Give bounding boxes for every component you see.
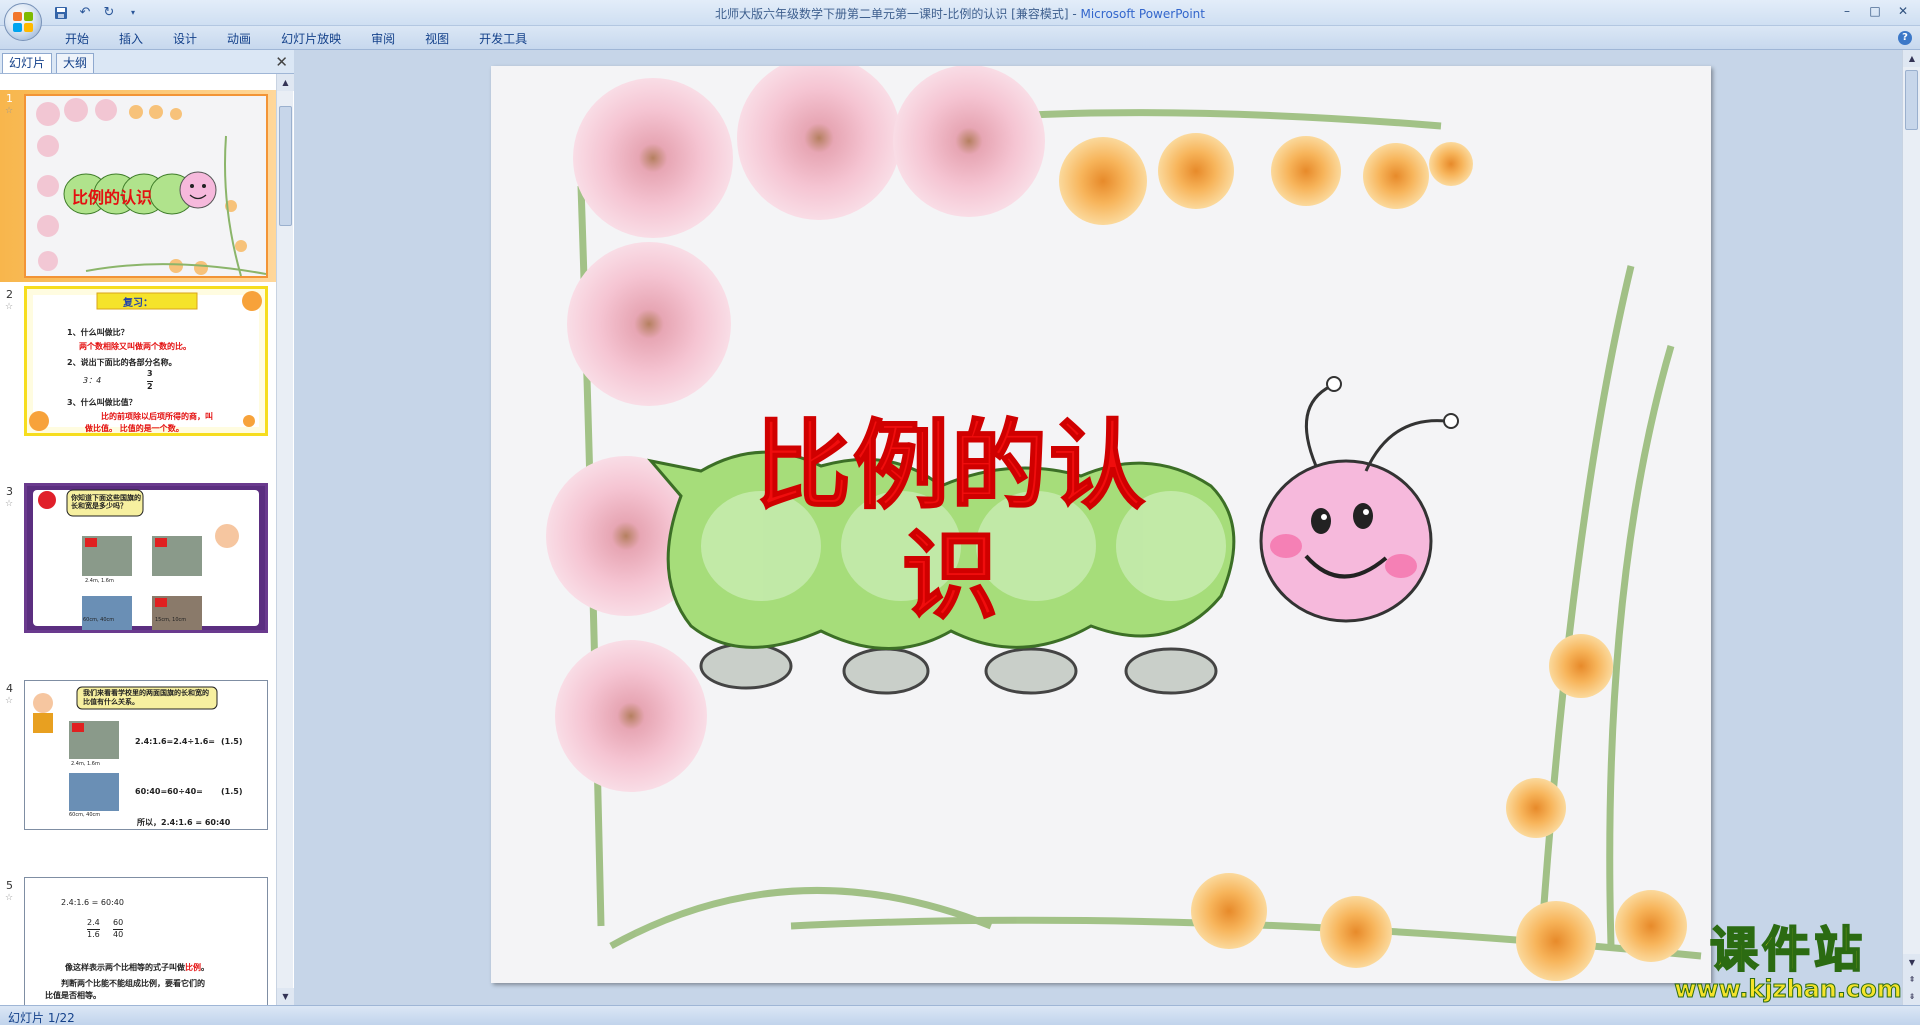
slide-5-line: 1.6 bbox=[87, 929, 100, 939]
panel-tabs: 幻灯片 大纲 ✕ bbox=[0, 50, 294, 74]
scroll-up-icon[interactable]: ▲ bbox=[1903, 50, 1920, 67]
slide-thumbnail[interactable]: 复习： 1、什么叫做比？ 两个数相除又叫做两个数的比。 2、说出下面比的各部分名… bbox=[24, 286, 268, 436]
thumbnail-scrollbar[interactable]: ▲ ▼ bbox=[276, 74, 294, 1005]
animation-star-icon: ☆ bbox=[5, 696, 14, 706]
slide-thumbnail-row[interactable]: 5 ☆ 2.4:1.6 = 60:40 2.4 1.6 60 40 像这样表示两… bbox=[0, 877, 276, 1005]
animation-star-icon: ☆ bbox=[5, 499, 14, 509]
title-bar: ↶ ↻ ▾ 北师大版六年级数学下册第二单元第一课时-比例的认识 [兼容模式] -… bbox=[0, 0, 1920, 26]
animation-star-icon: ☆ bbox=[5, 106, 14, 116]
slide-4-line: (1.5) bbox=[221, 787, 243, 796]
tab-design[interactable]: 设计 bbox=[158, 30, 212, 48]
slide-5-line: 2.4 bbox=[87, 918, 100, 927]
slide-5-line: 40 bbox=[113, 929, 124, 939]
slides-panel: 幻灯片 大纲 ✕ 1 ☆ 比例的认识 2 ☆ 复习： 1、什么叫做比？ 两个数相… bbox=[0, 50, 294, 1005]
watermark-url: www.kjzhan.com bbox=[1674, 975, 1902, 1003]
tab-home[interactable]: 开始 bbox=[50, 30, 104, 48]
site-watermark: 课件站 www.kjzhan.com bbox=[1668, 922, 1908, 1004]
close-button[interactable]: ✕ bbox=[1890, 2, 1916, 20]
slide-4-line: 所以，2.4:1.6 = 60:40 bbox=[137, 818, 231, 827]
slide-3-caption: 60cm, 40cm bbox=[83, 617, 115, 623]
slide-2-line: 2、说出下面比的各部分名称。 bbox=[67, 358, 177, 367]
status-bar: 幻灯片 1/22 bbox=[0, 1005, 1920, 1025]
watermark-title: 课件站 bbox=[1709, 922, 1866, 978]
animation-star-icon: ☆ bbox=[5, 302, 14, 312]
slide-4-line: (1.5) bbox=[221, 737, 243, 746]
animation-star-icon: ☆ bbox=[5, 893, 14, 903]
slide-title[interactable]: 比例的认识 bbox=[716, 410, 1186, 632]
ribbon-tabs: 开始 插入 设计 动画 幻灯片放映 审阅 视图 开发工具 bbox=[50, 30, 542, 48]
slide-editing-area: 比例的认识 bbox=[295, 50, 1902, 1005]
slide-thumbnail-row[interactable]: 4 ☆ 我们来看看学校里的两面国旗的长和宽的比值有什么关系。 2.4:1.6=2… bbox=[0, 680, 276, 835]
slide-thumbnail[interactable]: 你知道下面这些国旗的长和宽是多少吗？ 2.4m, 1.6m 60cm, 40cm… bbox=[24, 483, 268, 633]
tab-slides[interactable]: 幻灯片 bbox=[2, 53, 53, 73]
slide-4-caption: 2.4m, 1.6m bbox=[71, 761, 100, 767]
slide-2-line: 1、什么叫做比？ bbox=[67, 328, 129, 337]
tab-view[interactable]: 视图 bbox=[410, 30, 464, 48]
window-controls: – □ ✕ bbox=[1834, 2, 1916, 20]
tab-developer[interactable]: 开发工具 bbox=[464, 30, 542, 48]
slide-number: 1 bbox=[6, 92, 13, 105]
slide-1-title: 比例的认识 bbox=[72, 188, 153, 207]
help-icon[interactable]: ? bbox=[1898, 31, 1912, 45]
slide-number: 3 bbox=[6, 485, 13, 498]
slide-4-line: 2.4:1.6=2.4÷1.6= bbox=[135, 737, 215, 746]
scroll-thumb[interactable] bbox=[1905, 70, 1918, 130]
scroll-thumb[interactable] bbox=[279, 106, 292, 226]
current-slide[interactable]: 比例的认识 bbox=[491, 66, 1711, 983]
tab-slideshow[interactable]: 幻灯片放映 bbox=[266, 30, 356, 48]
slide-thumbnail-row[interactable]: 2 ☆ 复习： 1、什么叫做比？ 两个数相除又叫做两个数的比。 2、说出下面比的… bbox=[0, 286, 276, 441]
slide-thumbnail[interactable]: 2.4:1.6 = 60:40 2.4 1.6 60 40 像这样表示两个比相等… bbox=[24, 877, 268, 1005]
tab-animations[interactable]: 动画 bbox=[212, 30, 266, 48]
slide-counter: 幻灯片 1/22 bbox=[8, 1011, 75, 1025]
slide-5-line: 判断两个比能不能组成比例，要看它们的 bbox=[61, 979, 205, 988]
slide-2-line: 做比值。 比值的是一个数。 bbox=[85, 424, 184, 433]
slide-2-line: 3 bbox=[147, 369, 153, 378]
slide-3-artwork-icon bbox=[27, 486, 265, 630]
office-button[interactable] bbox=[4, 3, 42, 41]
scroll-down-icon[interactable]: ▼ bbox=[277, 988, 294, 1005]
minimize-button[interactable]: – bbox=[1834, 2, 1860, 20]
slide-3-bubble: 你知道下面这些国旗的长和宽是多少吗？ bbox=[71, 494, 141, 510]
slide-4-line: 60:40=60÷40= bbox=[135, 787, 203, 796]
slide-thumbnail[interactable]: 我们来看看学校里的两面国旗的长和宽的比值有什么关系。 2.4:1.6=2.4÷1… bbox=[24, 680, 268, 830]
maximize-button[interactable]: □ bbox=[1862, 2, 1888, 20]
slide-3-caption: 2.4m, 1.6m bbox=[85, 578, 114, 584]
office-logo-icon bbox=[13, 12, 33, 32]
slide-5-line: 2.4:1.6 = 60:40 bbox=[61, 898, 124, 907]
slide-thumbnail-row[interactable]: 1 ☆ 比例的认识 bbox=[0, 90, 276, 282]
slide-2-line: 3：4 bbox=[83, 376, 102, 385]
slide-5-line: 60 bbox=[113, 918, 124, 927]
thumbnail-list: 1 ☆ 比例的认识 2 ☆ 复习： 1、什么叫做比？ 两个数相除又叫做两个数的比… bbox=[0, 74, 294, 1005]
slide-2-line: 比的前项除以后项所得的商，叫 bbox=[101, 412, 213, 421]
tab-insert[interactable]: 插入 bbox=[104, 30, 158, 48]
panel-close-icon[interactable]: ✕ bbox=[275, 53, 288, 71]
slide-3-caption: 15cm, 10cm bbox=[155, 617, 187, 623]
slide-4-caption: 60cm, 40cm bbox=[69, 812, 101, 818]
slide-2-line: 3、什么叫做比值？ bbox=[67, 398, 137, 407]
ribbon: 开始 插入 设计 动画 幻灯片放映 审阅 视图 开发工具 ? bbox=[0, 26, 1920, 50]
tab-outline[interactable]: 大纲 bbox=[56, 53, 95, 73]
slide-5-line: 像这样表示两个比相等的式子叫做比例。 bbox=[65, 963, 209, 972]
window-title: 北师大版六年级数学下册第二单元第一课时-比例的认识 [兼容模式] - Micro… bbox=[715, 7, 1205, 21]
slide-thumbnail[interactable]: 比例的认识 bbox=[24, 94, 268, 278]
slide-thumbnail-row[interactable]: 3 ☆ 你知道下面这些国旗的长和宽是多少吗？ 2.4m, 1.6m 60cm, … bbox=[0, 483, 276, 638]
slide-number: 4 bbox=[6, 682, 13, 695]
scroll-up-icon[interactable]: ▲ bbox=[277, 74, 294, 91]
slide-2-line: 2 bbox=[147, 381, 153, 391]
slide-5-line: 比值是否相等。 bbox=[45, 991, 101, 1000]
slide-number: 5 bbox=[6, 879, 13, 892]
slide-2-heading: 复习： bbox=[123, 298, 153, 309]
tab-review[interactable]: 审阅 bbox=[356, 30, 410, 48]
slide-2-line: 两个数相除又叫做两个数的比。 bbox=[79, 342, 191, 351]
slide-scrollbar[interactable]: ▲ ▼ ⇞ ⇟ bbox=[1902, 50, 1920, 1005]
slide-number: 2 bbox=[6, 288, 13, 301]
slide-4-bubble: 我们来看看学校里的两面国旗的长和宽的比值有什么关系。 bbox=[83, 689, 209, 706]
